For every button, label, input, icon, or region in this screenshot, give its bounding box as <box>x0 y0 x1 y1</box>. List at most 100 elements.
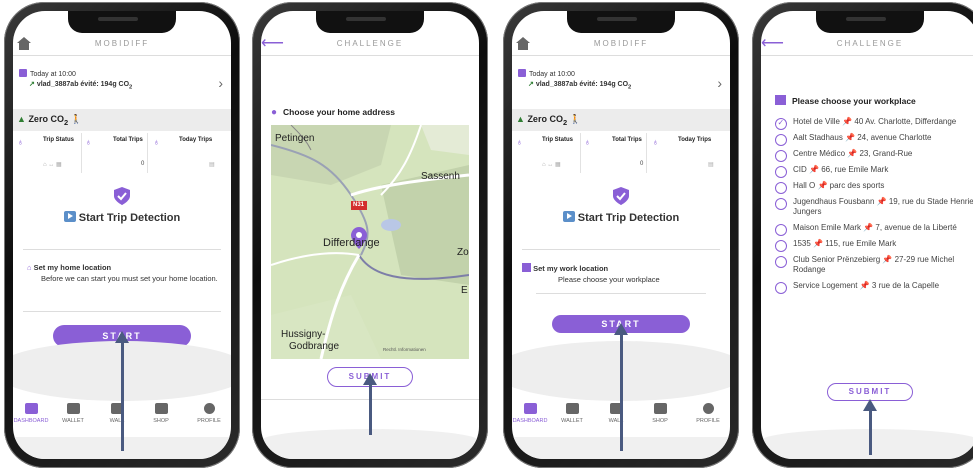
map-label-godbrange: Godbrange <box>289 341 340 352</box>
map-label-road: N31 <box>353 202 365 208</box>
work-location-setup: Set my work location Please choose your … <box>522 263 724 284</box>
notch <box>816 11 924 33</box>
address-title: ● Choose your home address <box>271 107 395 118</box>
workplace-option[interactable]: Hall O 📌 parc des sports <box>775 181 973 194</box>
workplace-option[interactable]: Service Logement 📌 3 rue de la Capelle <box>775 281 973 294</box>
trip-status-label: Trip Status <box>542 137 574 143</box>
building-icon <box>522 263 531 272</box>
workplace-name: Aalt Stadhaus <box>793 133 843 142</box>
notification-card[interactable]: Today at 10:00 ↗ vlad_3887ab évité: 194g… <box>518 69 722 91</box>
workplace-list: Hotel de Ville 📌 40 Av. Charlotte, Diffe… <box>775 117 973 297</box>
workplace-option[interactable]: Maison Emile Mark 📌 7, avenue de la Libe… <box>775 223 973 236</box>
tab-dashboard[interactable]: DASHBOARD <box>512 403 550 424</box>
map-legal-link[interactable]: Rechtl. Informationen <box>383 347 426 352</box>
today-trips-label: Today Trips <box>179 137 213 143</box>
header-divider <box>761 55 973 56</box>
workplace-option[interactable]: Jugendhaus Fousbann 📌 19, rue du Stade H… <box>775 197 973 217</box>
tab-wallet[interactable]: WALLET <box>53 403 93 424</box>
radio-empty-icon[interactable] <box>775 240 787 252</box>
chevron-right-icon[interactable]: › <box>717 75 722 91</box>
map-label-zo: Zo <box>457 247 469 258</box>
route-icon: ♁ <box>17 137 24 147</box>
workplace-name: Jugendhaus Fousbann <box>793 197 875 206</box>
start-trip-detection[interactable]: Start Trip Detection <box>512 211 730 224</box>
grid-icon <box>24 403 38 414</box>
radio-empty-icon[interactable] <box>775 166 787 178</box>
map-view[interactable]: Petingen Sassenh N31 Differdange Zo E Hu… <box>271 125 469 359</box>
pending-icon: ▤ <box>209 162 215 168</box>
radio-empty-icon[interactable] <box>775 198 787 210</box>
map-label-petingen: Petingen <box>275 133 315 144</box>
profile-icon <box>702 403 714 414</box>
total-trips-value: 0 <box>640 161 644 167</box>
wallet-icon <box>66 403 80 414</box>
workplace-option[interactable]: Hotel de Ville 📌 40 Av. Charlotte, Diffe… <box>775 117 973 130</box>
tab-profile[interactable]: PROFILE <box>189 403 229 424</box>
stats-divider <box>81 133 82 173</box>
pushpin-icon: 📌 <box>880 255 895 264</box>
workplace-option[interactable]: 1535 📌 115, rue Emile Mark <box>775 239 973 252</box>
tab-dashboard[interactable]: DASHBOARD <box>13 403 51 424</box>
workplace-address: 3 rue de la Capelle <box>871 281 940 290</box>
tab-wallet[interactable]: WALLET <box>552 403 592 424</box>
notch <box>567 11 675 33</box>
arrow-up-indicator <box>863 399 877 455</box>
home-work-icon: ⌂ ↔ ▦ <box>43 162 62 168</box>
pushpin-icon: 📌 <box>840 117 855 126</box>
phone-home-address: ⟵ CHALLENGE ● Choose your home address P… <box>252 2 488 468</box>
home-work-icon: ⌂ ↔ ▦ <box>542 162 561 168</box>
today-trips-label: Today Trips <box>678 137 712 143</box>
workplace-name: Hotel de Ville <box>793 117 840 126</box>
workplace-title: Please choose your workplace <box>775 95 916 106</box>
workplace-option[interactable]: CID 📌 66, rue Emile Mark <box>775 165 973 178</box>
tab-profile[interactable]: PROFILE <box>688 403 728 424</box>
radio-empty-icon[interactable] <box>775 134 787 146</box>
radio-empty-icon[interactable] <box>775 224 787 236</box>
radio-empty-icon[interactable] <box>775 182 787 194</box>
location-pin-icon: ● <box>271 107 278 118</box>
route-icon: ♁ <box>584 137 591 147</box>
pushpin-icon: 📌 <box>845 149 860 158</box>
radio-empty-icon[interactable] <box>775 282 787 294</box>
pushpin-icon: 📌 <box>857 281 872 290</box>
building-icon <box>775 95 786 105</box>
band-subscript: 2 <box>562 117 568 127</box>
calendar-icon <box>19 69 27 77</box>
tab-shop[interactable]: SHOP <box>141 403 181 424</box>
pushpin-icon: 📌 <box>810 239 826 248</box>
home-location-setup: ⌂ Set my home location Before we can sta… <box>27 263 225 283</box>
tab-shop[interactable]: SHOP <box>640 403 680 424</box>
notification-time: Today at 10:00 <box>529 71 575 78</box>
stats-divider <box>147 133 148 173</box>
arrow-up-indicator <box>614 323 628 451</box>
workplace-address: 115, rue Emile Mark <box>825 239 897 248</box>
map-label-sassenheim: Sassenh <box>421 171 460 182</box>
workplace-option[interactable]: Centre Médico 📌 23, Grand-Rue <box>775 149 973 162</box>
radio-empty-icon[interactable] <box>775 256 787 268</box>
co2-subscript: 2 <box>129 84 133 91</box>
tree-icon: ▲ <box>516 114 525 124</box>
radio-empty-icon[interactable] <box>775 150 787 162</box>
notification-card[interactable]: Today at 10:00 ↗ vlad_3887ab évité: 194g… <box>19 69 223 91</box>
workplace-option[interactable]: Club Senior Prënzebierg 📌 27-29 rue Mich… <box>775 255 973 275</box>
section-divider <box>23 311 221 312</box>
pushpin-icon: 📌 <box>861 223 876 232</box>
play-icon <box>63 211 76 222</box>
house-icon: ⌂ <box>27 263 32 272</box>
walk-bike-icon: 🚶 <box>70 114 82 124</box>
screen: MOBIDIFF Today at 10:00 ↗ vlad_3887ab év… <box>13 11 231 459</box>
radio-checked-icon[interactable] <box>775 118 787 130</box>
notification-message: vlad_3887ab évité: 194g CO <box>535 81 629 88</box>
workplace-option[interactable]: Aalt Stadhaus 📌 24, avenue Charlotte <box>775 133 973 146</box>
phone-workplace: ⟵ CHALLENGE Please choose your workplace… <box>752 2 973 468</box>
total-trips-label: Total Trips <box>113 137 143 143</box>
screenshot-stage: MOBIDIFF Today at 10:00 ↗ vlad_3887ab év… <box>0 0 973 471</box>
band-label: Zero CO <box>28 114 64 124</box>
start-trip-detection[interactable]: Start Trip Detection <box>13 211 231 224</box>
zero-co2-band: ▲ Zero CO2 🚶 <box>512 109 730 131</box>
workplace-name: CID <box>793 165 807 174</box>
workplace-address: 66, rue Emile Mark <box>821 165 889 174</box>
chevron-right-icon[interactable]: › <box>218 75 223 91</box>
route-icon: ♁ <box>85 137 92 147</box>
trip-status-label: Trip Status <box>43 137 75 143</box>
